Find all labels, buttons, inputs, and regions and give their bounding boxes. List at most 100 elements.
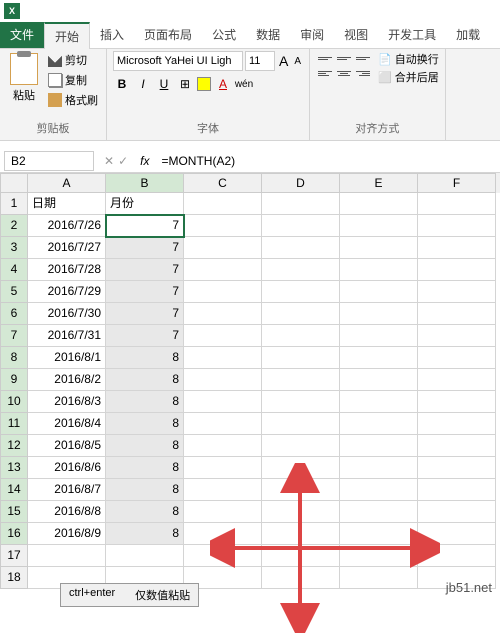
cell[interactable] bbox=[184, 215, 262, 237]
cell[interactable]: 2016/8/4 bbox=[28, 413, 106, 435]
cell[interactable] bbox=[340, 501, 418, 523]
cell[interactable] bbox=[262, 369, 340, 391]
phonetic-button[interactable]: wén bbox=[235, 75, 253, 93]
cell[interactable]: 2016/7/26 bbox=[28, 215, 106, 237]
tab-review[interactable]: 审阅 bbox=[290, 22, 334, 48]
align-middle-button[interactable] bbox=[335, 51, 353, 65]
row-header[interactable]: 9 bbox=[0, 369, 28, 391]
decrease-font-icon[interactable]: A bbox=[292, 56, 303, 67]
row-header[interactable]: 13 bbox=[0, 457, 28, 479]
tab-view[interactable]: 视图 bbox=[334, 22, 378, 48]
cell[interactable]: 8 bbox=[106, 435, 184, 457]
cell[interactable] bbox=[184, 237, 262, 259]
fill-color-button[interactable] bbox=[197, 77, 211, 91]
cell[interactable] bbox=[262, 545, 340, 567]
align-left-button[interactable] bbox=[316, 66, 334, 80]
col-header-c[interactable]: C bbox=[184, 173, 262, 193]
cell[interactable] bbox=[340, 523, 418, 545]
cell[interactable] bbox=[184, 523, 262, 545]
row-header[interactable]: 14 bbox=[0, 479, 28, 501]
row-header[interactable]: 4 bbox=[0, 259, 28, 281]
cell[interactable] bbox=[340, 325, 418, 347]
cell[interactable] bbox=[262, 457, 340, 479]
cell[interactable] bbox=[262, 237, 340, 259]
cell[interactable]: 2016/7/30 bbox=[28, 303, 106, 325]
tab-file[interactable]: 文件 bbox=[0, 22, 44, 48]
cell[interactable]: 2016/7/28 bbox=[28, 259, 106, 281]
cell[interactable] bbox=[340, 391, 418, 413]
increase-font-icon[interactable]: A bbox=[277, 53, 290, 69]
cell[interactable] bbox=[418, 193, 496, 215]
cell[interactable] bbox=[184, 391, 262, 413]
row-header[interactable]: 1 bbox=[0, 193, 28, 215]
row-header[interactable]: 16 bbox=[0, 523, 28, 545]
cell[interactable]: 2016/8/5 bbox=[28, 435, 106, 457]
cell[interactable]: 8 bbox=[106, 347, 184, 369]
merge-center-button[interactable]: ⬜ 合并后居 bbox=[378, 69, 439, 85]
cell[interactable] bbox=[340, 413, 418, 435]
italic-button[interactable]: I bbox=[134, 75, 152, 93]
cell[interactable] bbox=[262, 413, 340, 435]
cell[interactable] bbox=[418, 325, 496, 347]
cell[interactable] bbox=[418, 369, 496, 391]
cell[interactable] bbox=[184, 545, 262, 567]
cell[interactable]: 2016/8/7 bbox=[28, 479, 106, 501]
cell[interactable] bbox=[184, 193, 262, 215]
cell[interactable] bbox=[340, 435, 418, 457]
cell[interactable]: 2016/7/27 bbox=[28, 237, 106, 259]
cell[interactable]: 8 bbox=[106, 501, 184, 523]
col-header-d[interactable]: D bbox=[262, 173, 340, 193]
cell[interactable] bbox=[184, 369, 262, 391]
cell[interactable]: 7 bbox=[106, 237, 184, 259]
cell[interactable]: 8 bbox=[106, 391, 184, 413]
cell[interactable] bbox=[262, 435, 340, 457]
cell[interactable] bbox=[184, 259, 262, 281]
cell[interactable]: 2016/8/1 bbox=[28, 347, 106, 369]
cell[interactable] bbox=[340, 237, 418, 259]
cell[interactable]: 7 bbox=[106, 259, 184, 281]
col-header-b[interactable]: B bbox=[106, 173, 184, 193]
row-header[interactable]: 15 bbox=[0, 501, 28, 523]
cell[interactable]: 2016/8/9 bbox=[28, 523, 106, 545]
cell[interactable] bbox=[28, 545, 106, 567]
cell[interactable]: 8 bbox=[106, 479, 184, 501]
cell[interactable]: 2016/8/2 bbox=[28, 369, 106, 391]
align-right-button[interactable] bbox=[354, 66, 372, 80]
cell[interactable]: 7 bbox=[106, 281, 184, 303]
cell[interactable] bbox=[340, 457, 418, 479]
align-bottom-button[interactable] bbox=[354, 51, 372, 65]
row-header[interactable]: 6 bbox=[0, 303, 28, 325]
cell[interactable] bbox=[262, 281, 340, 303]
cell[interactable] bbox=[262, 303, 340, 325]
row-header[interactable]: 3 bbox=[0, 237, 28, 259]
cell[interactable] bbox=[418, 501, 496, 523]
cell[interactable] bbox=[340, 347, 418, 369]
tab-page-layout[interactable]: 页面布局 bbox=[134, 22, 202, 48]
cell[interactable] bbox=[418, 523, 496, 545]
cell[interactable] bbox=[184, 457, 262, 479]
format-painter-button[interactable]: 格式刷 bbox=[46, 91, 100, 109]
cell[interactable] bbox=[418, 413, 496, 435]
row-header[interactable]: 8 bbox=[0, 347, 28, 369]
row-header[interactable]: 7 bbox=[0, 325, 28, 347]
cell[interactable] bbox=[340, 281, 418, 303]
cell[interactable] bbox=[262, 215, 340, 237]
cell[interactable] bbox=[418, 259, 496, 281]
cell[interactable]: 8 bbox=[106, 369, 184, 391]
tab-data[interactable]: 数据 bbox=[246, 22, 290, 48]
row-header[interactable]: 2 bbox=[0, 215, 28, 237]
cell[interactable] bbox=[418, 347, 496, 369]
cell[interactable] bbox=[184, 347, 262, 369]
cell[interactable] bbox=[340, 259, 418, 281]
cell[interactable] bbox=[340, 567, 418, 589]
select-all-corner[interactable] bbox=[0, 173, 28, 193]
tab-developer[interactable]: 开发工具 bbox=[378, 22, 446, 48]
col-header-e[interactable]: E bbox=[340, 173, 418, 193]
font-size-select[interactable] bbox=[245, 51, 275, 71]
col-header-f[interactable]: F bbox=[418, 173, 496, 193]
cell[interactable] bbox=[262, 391, 340, 413]
col-header-a[interactable]: A bbox=[28, 173, 106, 193]
cell[interactable] bbox=[418, 281, 496, 303]
cell[interactable] bbox=[340, 545, 418, 567]
row-header[interactable]: 12 bbox=[0, 435, 28, 457]
